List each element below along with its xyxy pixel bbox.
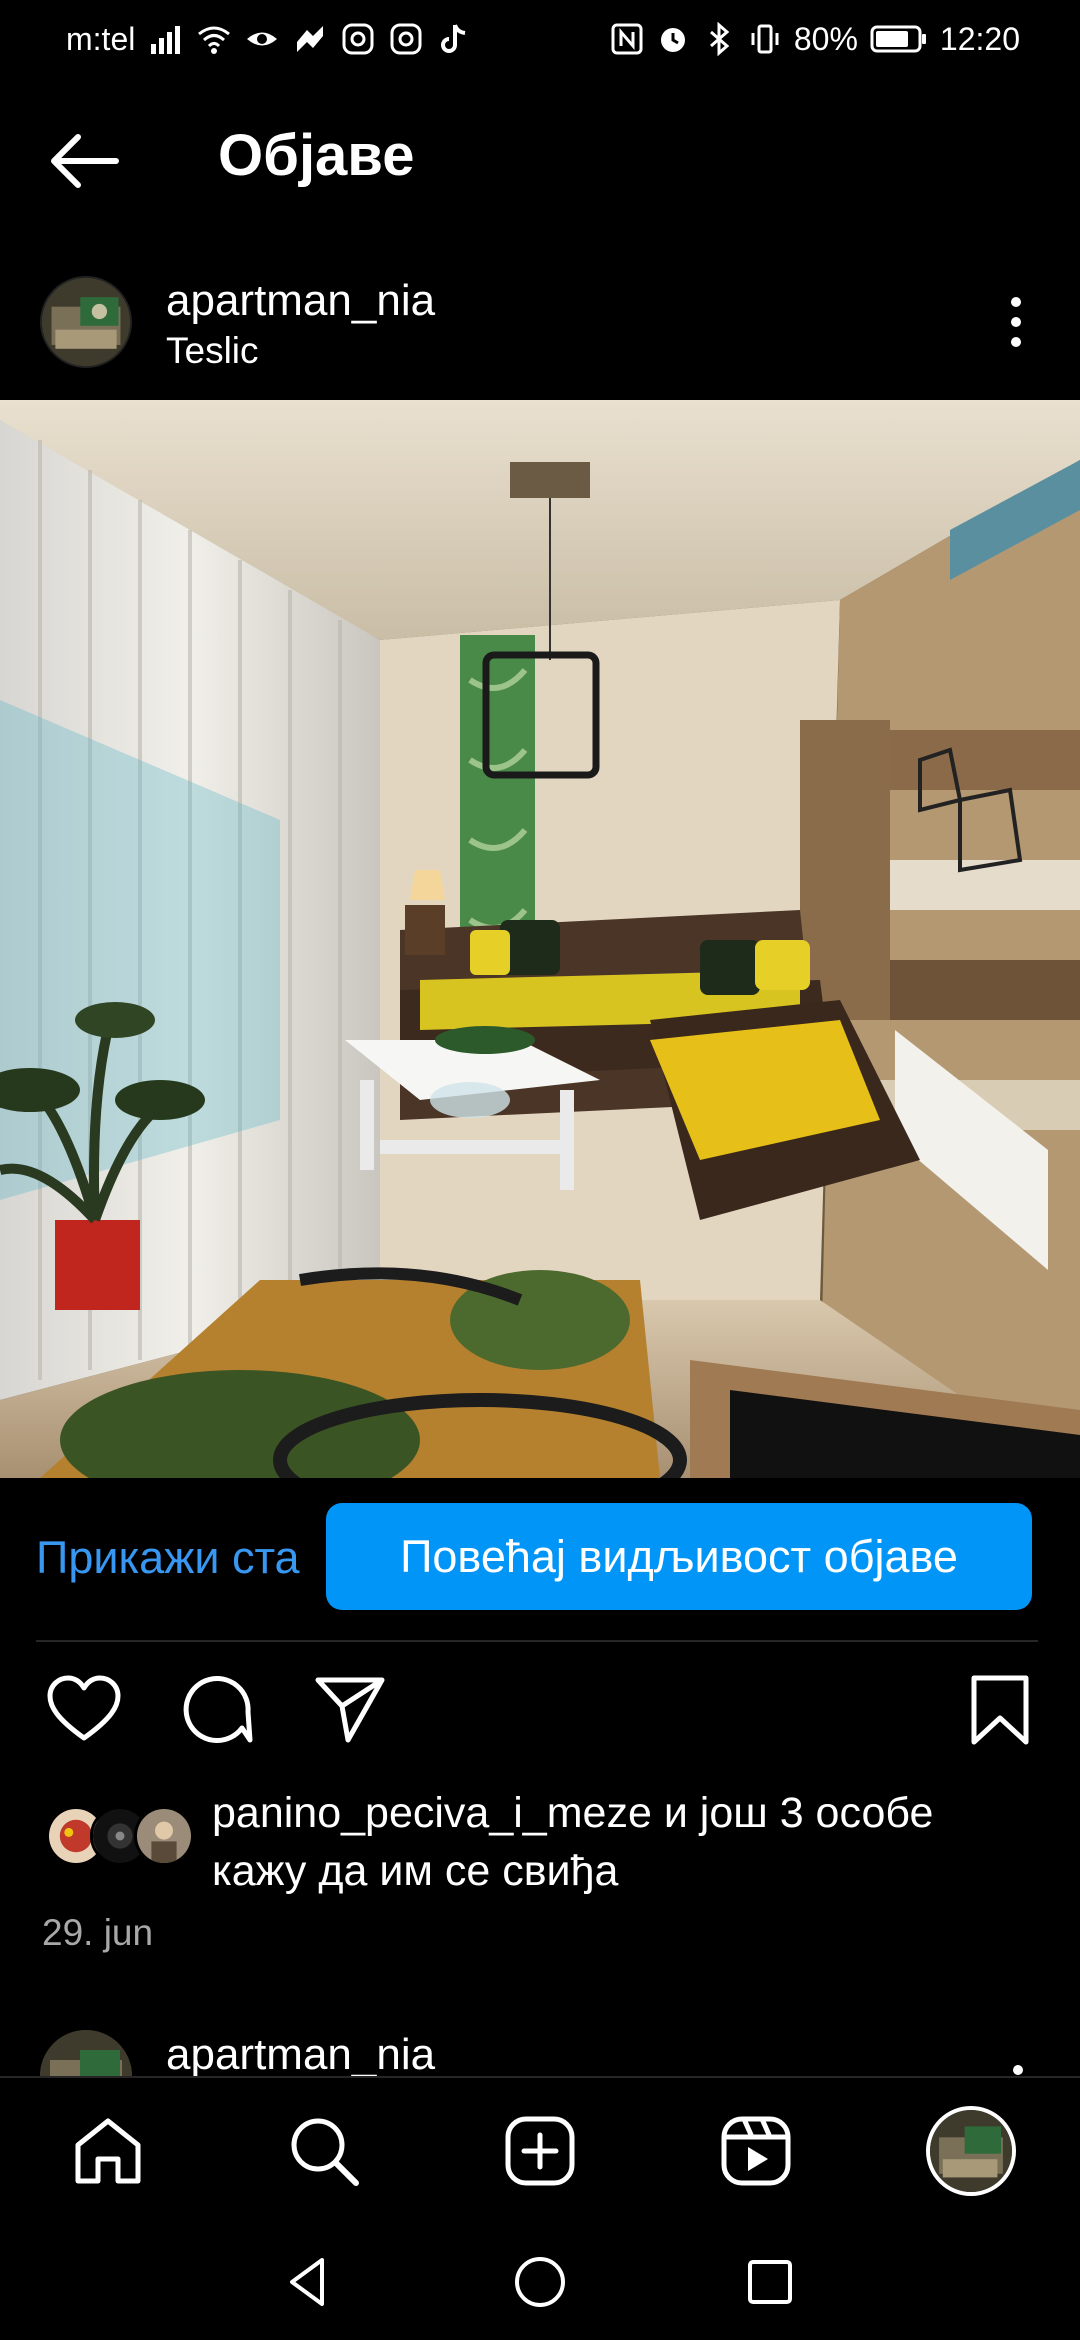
search-icon [291,2118,359,2186]
instagram-notif-icon [341,22,375,56]
post-author-avatar[interactable] [40,276,132,368]
eye-icon [245,22,279,56]
next-post-username[interactable]: apartman_nia [166,2030,435,2080]
nav-home[interactable] [70,2113,146,2189]
post-photo[interactable] [0,400,1080,1478]
likes-others: и још 3 особе [651,1789,934,1837]
likes-summary[interactable]: panino_peciva_i_meze и још 3 особе кажу … [212,1784,1052,1900]
comment-button[interactable] [178,1672,254,1748]
vibrate-icon [748,22,782,56]
plus-square-icon [505,2116,575,2186]
triangle-back-icon [290,2258,324,2306]
system-back-button[interactable] [278,2252,338,2312]
system-navigation-bar [0,2222,1080,2340]
instagram-notif-icon-2 [389,22,423,56]
back-button[interactable] [44,128,124,194]
divider [36,1640,1038,1642]
circle-home-icon [515,2257,565,2307]
comment-icon [183,1676,253,1743]
post-location[interactable]: Teslic [166,330,259,372]
post-date: 29. jun [42,1912,154,1953]
post-more-button[interactable] [996,290,1036,354]
bluetooth-icon [702,21,736,57]
nav-reels[interactable] [718,2113,794,2189]
viber-icon [293,22,327,56]
liker-avatar [134,1806,194,1866]
carrier-label: m:tel [66,20,136,57]
living-room-photo [0,400,1080,1478]
post-username[interactable]: apartman_nia [166,276,435,326]
likes-suffix: кажу да им се свиђа [212,1847,619,1895]
like-button[interactable] [46,1672,122,1748]
nav-search[interactable] [286,2113,362,2189]
system-recents-button[interactable] [740,2252,800,2312]
page-title: Објаве [218,123,415,188]
bottom-navigation [0,2076,1080,2222]
boost-post-button[interactable]: Повећај видљивост објаве [326,1503,1032,1610]
share-button[interactable] [312,1672,388,1748]
nav-create[interactable] [502,2113,578,2189]
save-button[interactable] [962,1672,1038,1748]
liker-username[interactable]: panino_peciva_i_meze [212,1789,652,1837]
battery-icon [870,22,928,56]
status-bar: m:tel 80% 12:20 [0,0,1080,78]
app-header: Објаве [0,100,1080,224]
heart-icon [47,1675,121,1741]
system-home-button[interactable] [510,2252,570,2312]
liker-avatars[interactable] [46,1806,196,1866]
reels-icon [721,2116,791,2186]
send-icon [315,1677,385,1743]
next-post-more-button[interactable] [1000,2056,1036,2076]
battery-percent: 80% [793,20,858,57]
view-insights-link[interactable]: Прикажи ста [36,1532,300,1584]
bookmark-icon [971,1675,1029,1745]
tiktok-icon [437,22,471,56]
wifi-icon [197,22,231,56]
arrow-left-icon [51,134,119,188]
nav-profile-avatar[interactable] [926,2106,1016,2196]
more-vertical-icon [1011,297,1021,347]
signal-icon [149,22,183,56]
post-header: apartman_nia Teslic [0,268,1080,380]
nfc-icon [610,22,644,56]
home-icon [75,2118,141,2184]
alarm-icon [656,22,690,56]
square-recents-icon [748,2260,792,2304]
clock: 12:20 [939,20,1020,57]
